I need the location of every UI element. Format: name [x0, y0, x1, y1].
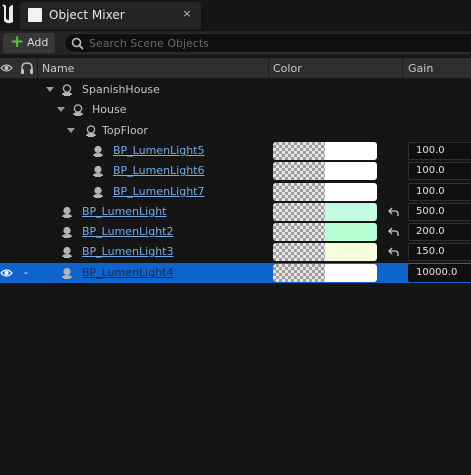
search-box[interactable] — [64, 33, 471, 53]
tab-object-mixer[interactable]: Object Mixer × — [20, 2, 201, 29]
expand-arrow-icon[interactable] — [46, 87, 54, 92]
color-swatch[interactable] — [273, 243, 377, 261]
color-fill — [325, 162, 377, 180]
expand-arrow-icon[interactable] — [57, 107, 65, 112]
light-bulb-icon — [93, 145, 103, 157]
gain-input[interactable]: 200.0 — [408, 223, 471, 241]
close-icon[interactable]: × — [180, 7, 194, 21]
unreal-logo-icon — [2, 4, 13, 24]
add-button[interactable]: + Add — [3, 33, 55, 53]
row-name[interactable]: BP_LumenLight5 — [113, 144, 205, 157]
color-swatch[interactable] — [273, 203, 377, 221]
tree-light-row[interactable]: - BP_LumenLight4 10000.0 — [0, 263, 471, 283]
tree-light-row[interactable]: BP_LumenLight5 100.0 — [0, 141, 471, 161]
alpha-checker — [273, 162, 325, 180]
actor-folder-icon — [73, 104, 83, 116]
color-swatch[interactable] — [273, 264, 377, 282]
expand-arrow-icon[interactable] — [67, 128, 75, 133]
column-divider[interactable] — [268, 58, 269, 79]
row-name[interactable]: BP_LumenLight — [82, 205, 167, 218]
row-name[interactable]: BP_LumenLight7 — [113, 185, 205, 198]
tree-light-row[interactable]: BP_LumenLight6 100.0 — [0, 161, 471, 181]
alpha-checker — [273, 264, 325, 282]
color-fill — [325, 243, 377, 261]
tab-title: Object Mixer — [49, 8, 125, 22]
title-bar: Object Mixer × — [0, 0, 471, 31]
row-name[interactable]: BP_LumenLight3 — [82, 245, 174, 258]
tree-light-row[interactable]: BP_LumenLight2 200.0 — [0, 222, 471, 242]
headphones-icon[interactable] — [20, 61, 34, 75]
gain-input[interactable]: 500.0 — [408, 203, 471, 221]
light-bulb-icon — [62, 246, 72, 258]
tree-light-row[interactable]: BP_LumenLight7 100.0 — [0, 182, 471, 202]
color-fill — [325, 142, 377, 160]
plus-icon: + — [10, 32, 25, 52]
gain-input[interactable]: 100.0 — [408, 162, 471, 180]
reset-to-default-icon[interactable] — [388, 206, 400, 218]
gain-input[interactable]: 10000.0 — [408, 264, 471, 282]
search-icon — [71, 37, 84, 50]
tree-light-row[interactable]: BP_LumenLight3 150.0 — [0, 242, 471, 262]
alpha-checker — [273, 203, 325, 221]
color-swatch[interactable] — [273, 162, 377, 180]
visibility-eye-icon[interactable] — [0, 267, 13, 279]
color-swatch[interactable] — [273, 223, 377, 241]
column-color[interactable]: Color — [273, 62, 302, 75]
alpha-checker — [273, 243, 325, 261]
add-label: Add — [27, 36, 49, 49]
solo-toggle[interactable]: - — [24, 266, 28, 279]
gain-input[interactable]: 150.0 — [408, 243, 471, 261]
alpha-checker — [273, 223, 325, 241]
tree-light-row[interactable]: BP_LumenLight 500.0 — [0, 202, 471, 222]
column-divider[interactable] — [402, 58, 403, 79]
toolbar: + Add — [0, 31, 471, 55]
light-bulb-icon — [93, 186, 103, 198]
column-name[interactable]: Name — [42, 62, 74, 75]
search-input[interactable] — [89, 36, 469, 51]
gain-input[interactable]: 100.0 — [408, 183, 471, 201]
color-fill — [325, 183, 377, 201]
color-fill — [325, 203, 377, 221]
column-gain[interactable]: Gain — [408, 62, 433, 75]
visibility-eye-icon[interactable] — [0, 62, 13, 74]
column-divider[interactable] — [37, 58, 38, 79]
alpha-checker — [273, 142, 325, 160]
color-fill — [325, 264, 377, 282]
tree-folder-row[interactable]: TopFloor — [0, 121, 471, 141]
panel-icon — [28, 8, 42, 22]
reset-to-default-icon[interactable] — [388, 226, 400, 238]
row-name[interactable]: BP_LumenLight6 — [113, 164, 205, 177]
row-name: TopFloor — [102, 124, 148, 137]
row-name[interactable]: BP_LumenLight2 — [82, 225, 174, 238]
actor-folder-icon — [86, 125, 96, 137]
color-swatch[interactable] — [273, 142, 377, 160]
light-bulb-icon — [62, 226, 72, 238]
alpha-checker — [273, 183, 325, 201]
row-name: House — [92, 103, 127, 116]
tree-folder-row[interactable]: House — [0, 100, 471, 120]
color-swatch[interactable] — [273, 183, 377, 201]
column-header: Name Color Gain — [0, 58, 471, 79]
gain-input[interactable]: 100.0 — [408, 142, 471, 160]
row-name: SpanishHouse — [82, 83, 160, 96]
color-fill — [325, 223, 377, 241]
light-bulb-icon — [93, 165, 103, 177]
actor-folder-icon — [62, 84, 72, 96]
row-name[interactable]: BP_LumenLight4 — [82, 266, 174, 279]
tree-folder-row[interactable]: SpanishHouse — [0, 80, 471, 100]
light-bulb-icon — [62, 206, 72, 218]
reset-to-default-icon[interactable] — [388, 246, 400, 258]
light-bulb-icon — [62, 267, 72, 279]
